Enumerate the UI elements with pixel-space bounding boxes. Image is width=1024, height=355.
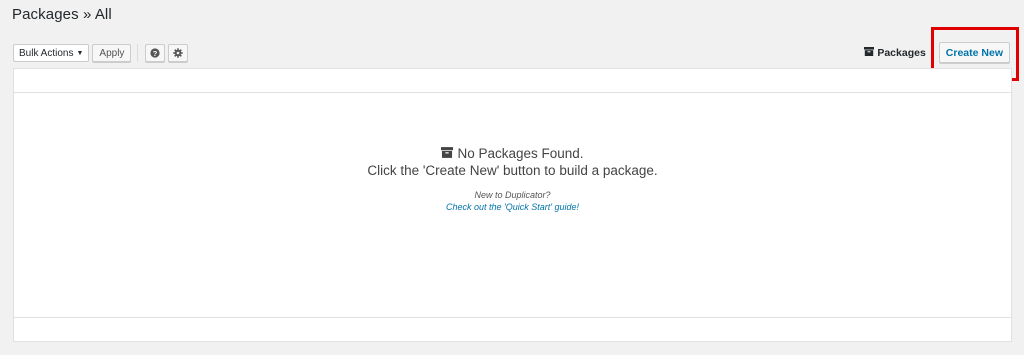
question-circle-icon: ? [150, 48, 161, 58]
packages-table: No Packages Found. Click the 'Create New… [13, 68, 1012, 342]
new-user-text: New to Duplicator? [474, 190, 551, 200]
bulk-actions-label: Bulk Actions [19, 47, 74, 59]
packages-label: Packages [877, 46, 926, 59]
bulk-actions-select[interactable]: Bulk Actions ▼ [13, 44, 90, 62]
table-header [14, 69, 1011, 93]
help-button[interactable]: ? [145, 44, 166, 62]
table-footer [14, 317, 1011, 341]
packages-tab[interactable]: Packages [864, 46, 926, 59]
toolbar-divider [137, 44, 139, 62]
apply-button[interactable]: Apply [92, 44, 132, 62]
archive-icon [441, 146, 457, 161]
empty-subtitle: Click the 'Create New' button to build a… [367, 163, 658, 178]
settings-button[interactable] [168, 44, 189, 62]
quick-start-link[interactable]: Check out the 'Quick Start' guide! [14, 202, 1011, 212]
gear-icon [173, 48, 184, 58]
empty-title-row: No Packages Found. [14, 146, 1011, 161]
page-title: Packages » All [12, 6, 112, 23]
empty-title: No Packages Found. [457, 146, 584, 161]
empty-state: No Packages Found. Click the 'Create New… [14, 146, 1011, 212]
svg-text:?: ? [153, 49, 158, 58]
page: Packages » All Bulk Actions ▼ Apply ? Pa… [0, 0, 1024, 355]
toolbar: Bulk Actions ▼ Apply ? [13, 43, 189, 63]
archive-icon [864, 46, 877, 59]
chevron-down-icon: ▼ [76, 49, 84, 57]
